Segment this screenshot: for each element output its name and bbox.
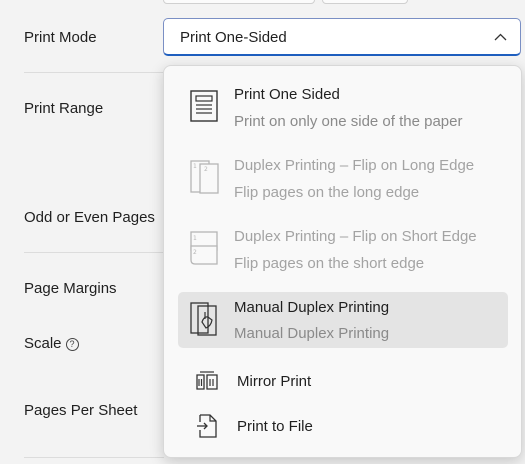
option-description: Flip pages on the short edge — [234, 255, 425, 272]
option-flip-short-edge[interactable]: 1 2 Duplex Printing – Flip on Short Edge… — [178, 220, 508, 278]
option-description: Flip pages on the long edge — [234, 184, 420, 201]
print-to-file-icon — [197, 414, 217, 438]
option-print-to-file[interactable]: Print to File — [178, 408, 508, 444]
print-mode-label: Print Mode — [24, 29, 97, 46]
chevron-up-icon — [494, 33, 507, 41]
help-icon[interactable]: ? — [65, 338, 79, 351]
scale-label: Scale — [24, 335, 62, 352]
scale-label-row: Scale? — [24, 335, 79, 352]
option-flip-long-edge[interactable]: 1 2 Duplex Printing – Flip on Long Edge … — [178, 149, 508, 207]
svg-text:2: 2 — [204, 166, 208, 173]
option-title: Print One Sided — [234, 86, 340, 103]
option-title: Duplex Printing – Flip on Long Edge — [234, 157, 475, 174]
option-title: Print to File — [237, 418, 313, 435]
svg-text:1: 1 — [193, 235, 197, 242]
one-sided-page-icon — [190, 90, 218, 122]
option-title: Duplex Printing – Flip on Short Edge — [234, 228, 477, 245]
option-description: Print on only one side of the paper — [234, 113, 463, 130]
divider — [24, 457, 164, 458]
print-mode-dropdown: Print One Sided Print on only one side o… — [163, 65, 522, 458]
option-mirror-print[interactable]: Mirror Print — [178, 364, 508, 398]
print-mode-select[interactable]: Print One-Sided — [163, 18, 521, 56]
divider — [24, 252, 164, 253]
option-print-one-sided[interactable]: Print One Sided Print on only one side o… — [178, 78, 508, 136]
flip-long-edge-icon: 1 2 — [190, 160, 219, 194]
divider — [24, 72, 164, 73]
flip-short-edge-icon: 1 2 — [190, 231, 218, 265]
option-title: Manual Duplex Printing — [234, 299, 390, 316]
print-range-label: Print Range — [24, 100, 104, 117]
top-button-left[interactable] — [163, 0, 315, 4]
print-mode-selected-value: Print One-Sided — [180, 29, 287, 46]
top-button-right[interactable] — [322, 0, 408, 4]
pages-per-sheet-label: Pages Per Sheet — [24, 402, 138, 419]
manual-duplex-icon — [190, 302, 217, 336]
option-title: Mirror Print — [237, 373, 312, 390]
mirror-print-icon — [196, 371, 218, 390]
odd-even-pages-label: Odd or Even Pages — [24, 209, 155, 226]
page-margins-label: Page Margins — [24, 280, 117, 297]
svg-text:1: 1 — [193, 163, 197, 170]
option-manual-duplex[interactable]: Manual Duplex Printing Manual Duplex Pri… — [178, 292, 508, 348]
option-description: Manual Duplex Printing — [234, 325, 390, 342]
svg-text:2: 2 — [193, 249, 197, 256]
